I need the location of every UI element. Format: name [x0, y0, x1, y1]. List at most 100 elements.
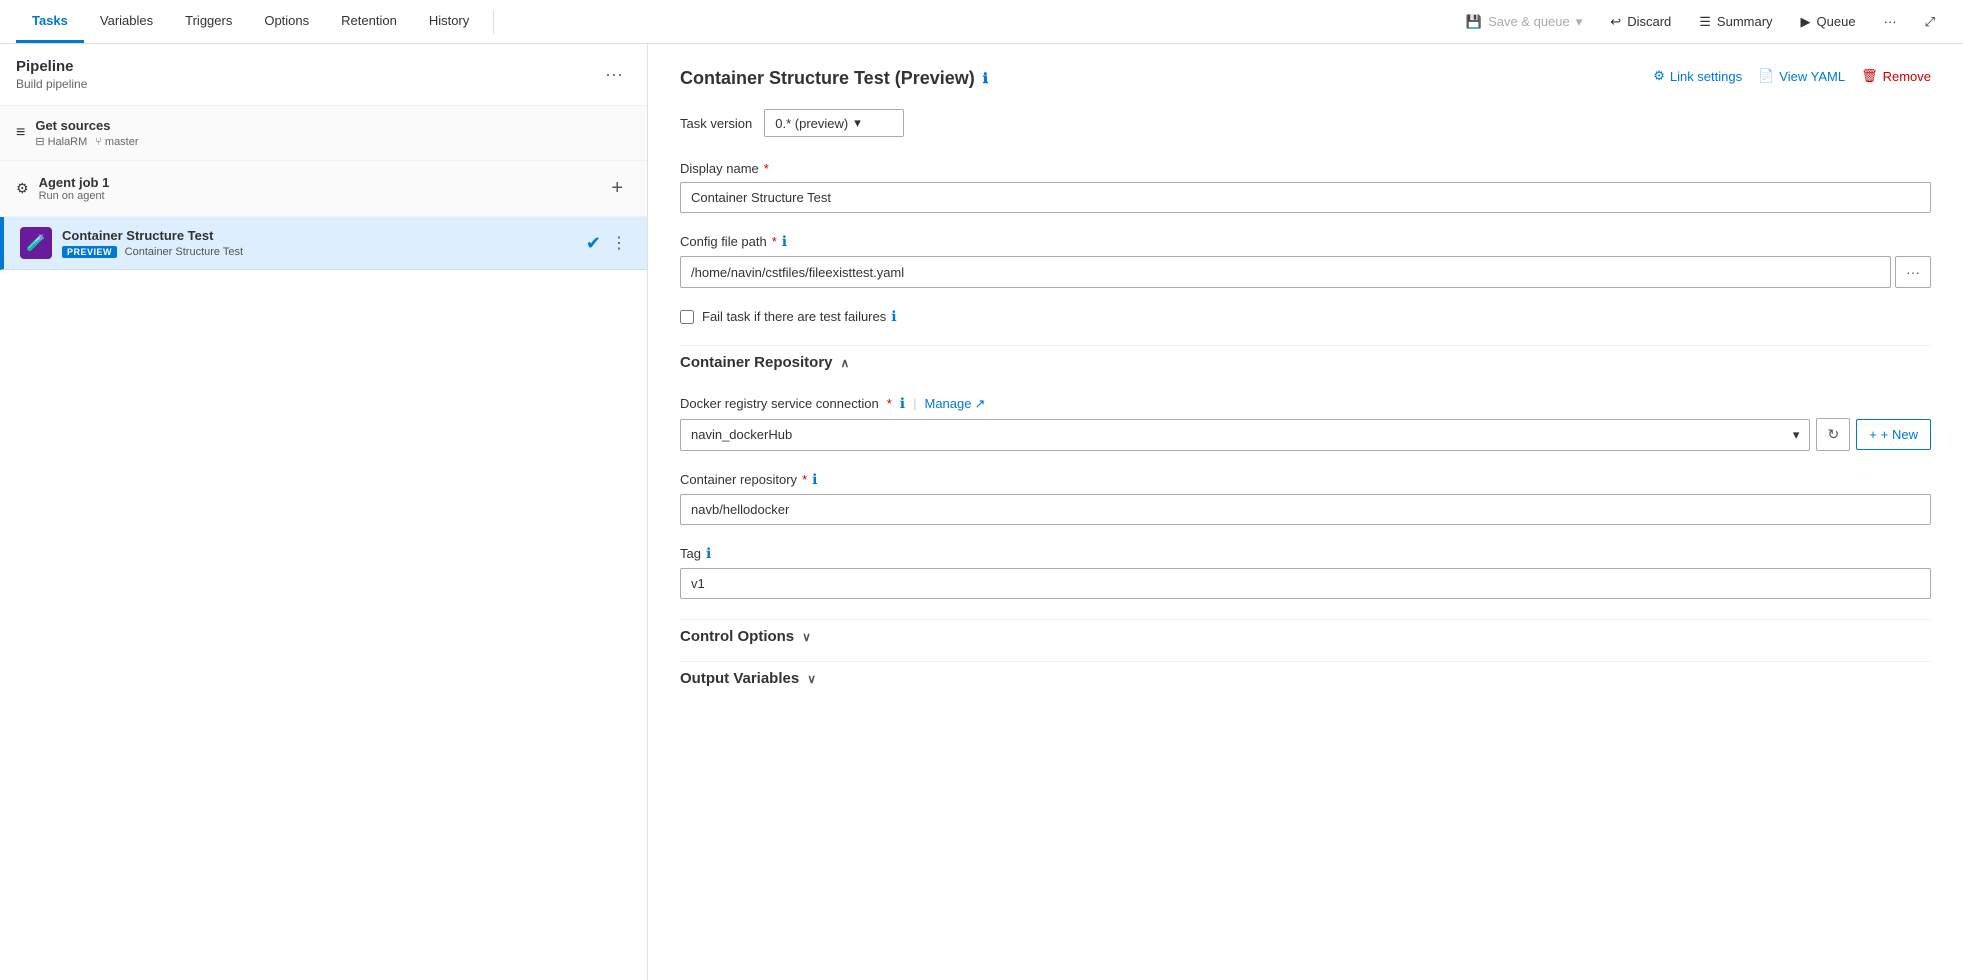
- summary-icon: ☰: [1699, 14, 1711, 30]
- more-icon: ···: [1884, 14, 1897, 29]
- version-value: 0.* (preview): [775, 116, 848, 131]
- docker-registry-info-icon[interactable]: ℹ: [900, 395, 905, 412]
- more-options-button[interactable]: ···: [1872, 8, 1909, 35]
- get-sources-item[interactable]: ≡ Get sources ⊟ HalaRM ⑂ master: [0, 106, 647, 161]
- nav-divider: [493, 10, 494, 34]
- left-panel: Pipeline Build pipeline ··· ≡ Get source…: [0, 44, 648, 980]
- task-check-icon: ✔: [586, 233, 601, 254]
- remove-button[interactable]: 🗑 Remove: [1861, 68, 1931, 84]
- control-options-expand-icon: ∨: [802, 630, 811, 644]
- display-name-label: Display name *: [680, 161, 1931, 176]
- queue-button[interactable]: ▶ Queue: [1789, 8, 1868, 36]
- tab-tasks[interactable]: Tasks: [16, 1, 84, 43]
- version-select[interactable]: 0.* (preview) ▾: [764, 109, 904, 137]
- get-sources-label: Get sources: [35, 118, 138, 133]
- nav-actions: 💾 Save & queue ▾ ↩ Discard ☰ Summary ▶ Q…: [1454, 8, 1947, 36]
- main-content: Pipeline Build pipeline ··· ≡ Get source…: [0, 44, 1963, 980]
- display-name-input[interactable]: [680, 182, 1931, 213]
- pipeline-header: Pipeline Build pipeline ···: [0, 44, 647, 106]
- agent-job-name: Agent job 1: [39, 175, 110, 190]
- fail-task-row: Fail task if there are test failures ℹ: [680, 308, 1931, 325]
- fail-task-label: Fail task if there are test failures ℹ: [702, 308, 897, 325]
- save-icon: 💾: [1466, 14, 1482, 30]
- container-repo-collapse-icon: ∧: [841, 356, 850, 370]
- align-icon: ≡: [16, 124, 25, 142]
- play-icon: ▶: [1801, 14, 1811, 30]
- docker-registry-label-row: Docker registry service connection * ℹ |…: [680, 395, 1931, 412]
- task-icon-container: 🧪: [20, 227, 52, 259]
- docker-registry-dropdown-row: navin_dockerHub ▾ ↻ + + New: [680, 418, 1931, 451]
- task-name: Container Structure Test: [62, 228, 576, 243]
- version-chevron-icon: ▾: [854, 115, 861, 131]
- branch-icon: ⑂: [95, 136, 102, 148]
- config-file-input-row: ···: [680, 256, 1931, 288]
- config-file-path-input[interactable]: [680, 256, 1891, 288]
- config-required-star: *: [772, 234, 777, 249]
- refresh-button[interactable]: ↻: [1816, 418, 1850, 451]
- docker-registry-select[interactable]: navin_dockerHub ▾: [680, 419, 1810, 451]
- pipeline-info: Pipeline Build pipeline: [16, 58, 87, 91]
- right-panel: Container Structure Test (Preview) ℹ ⚙ L…: [648, 44, 1963, 980]
- tab-retention[interactable]: Retention: [325, 1, 413, 43]
- control-options-section-header[interactable]: Control Options ∨: [680, 619, 1931, 653]
- task-detail-header: Container Structure Test (Preview) ℹ ⚙ L…: [680, 68, 1931, 89]
- tag-label: Tag ℹ: [680, 545, 1931, 562]
- container-repo-info-icon[interactable]: ℹ: [812, 471, 817, 488]
- config-file-path-label: Config file path * ℹ: [680, 233, 1931, 250]
- agent-icon: ⚙: [16, 180, 29, 197]
- manage-link[interactable]: Manage ↗: [924, 396, 985, 412]
- tab-variables[interactable]: Variables: [84, 1, 169, 43]
- output-variables-section-header[interactable]: Output Variables ∨: [680, 661, 1931, 695]
- container-repository-section-header[interactable]: Container Repository ∧: [680, 345, 1931, 379]
- output-variables-expand-icon: ∨: [807, 672, 816, 686]
- tab-triggers[interactable]: Triggers: [169, 1, 248, 43]
- get-sources-meta: ⊟ HalaRM ⑂ master: [35, 135, 138, 148]
- fail-task-checkbox[interactable]: [680, 310, 694, 324]
- repo-name: HalaRM: [48, 136, 88, 148]
- new-connection-button[interactable]: + + New: [1856, 419, 1931, 450]
- plus-icon: +: [1869, 427, 1877, 442]
- pipeline-title: Pipeline: [16, 58, 87, 75]
- branch-name: master: [105, 136, 139, 148]
- pipeline-more-button[interactable]: ···: [597, 60, 631, 89]
- config-file-path-section: Config file path * ℹ ···: [680, 233, 1931, 288]
- title-info-icon[interactable]: ℹ: [983, 70, 988, 87]
- container-repo-field-section: Container repository * ℹ: [680, 471, 1931, 525]
- fail-task-info-icon[interactable]: ℹ: [891, 308, 896, 325]
- pipeline-subtitle: Build pipeline: [16, 77, 87, 91]
- docker-registry-value: navin_dockerHub: [691, 427, 792, 442]
- task-item[interactable]: 🧪 Container Structure Test PREVIEW Conta…: [0, 217, 647, 270]
- task-sub: Container Structure Test: [125, 246, 243, 258]
- task-version-label: Task version: [680, 116, 752, 131]
- config-info-icon[interactable]: ℹ: [782, 233, 787, 250]
- task-detail-actions: ⚙ Link settings 📄 View YAML 🗑 Remove: [1653, 68, 1931, 84]
- flask-icon: 🧪: [26, 233, 46, 253]
- tag-input[interactable]: [680, 568, 1931, 599]
- container-repo-input[interactable]: [680, 494, 1931, 525]
- select-chevron-icon: ▾: [1793, 427, 1800, 443]
- link-settings-button[interactable]: ⚙ Link settings: [1653, 68, 1742, 84]
- expand-button[interactable]: ⤢: [1913, 8, 1947, 36]
- docker-required-star: *: [887, 396, 892, 411]
- tab-options[interactable]: Options: [248, 1, 325, 43]
- docker-registry-label: Docker registry service connection: [680, 396, 879, 411]
- agent-job-header: ⚙ Agent job 1 Run on agent +: [0, 161, 647, 217]
- dropdown-arrow-icon: ▾: [1576, 14, 1583, 30]
- tag-info-icon[interactable]: ℹ: [706, 545, 711, 562]
- discard-button[interactable]: ↩ Discard: [1598, 8, 1683, 36]
- save-queue-button[interactable]: 💾 Save & queue ▾: [1454, 8, 1594, 36]
- task-version-row: Task version 0.* (preview) ▾: [680, 109, 1931, 137]
- discard-icon: ↩: [1610, 14, 1621, 30]
- add-task-button[interactable]: +: [603, 173, 631, 204]
- tab-history[interactable]: History: [413, 1, 485, 43]
- external-link-icon: ↗: [974, 396, 985, 412]
- yaml-icon: 📄: [1758, 68, 1774, 84]
- summary-button[interactable]: ☰ Summary: [1687, 8, 1784, 36]
- container-repo-label: Container repository * ℹ: [680, 471, 1931, 488]
- view-yaml-button[interactable]: 📄 View YAML: [1758, 68, 1845, 84]
- preview-badge: PREVIEW: [62, 246, 117, 258]
- task-more-button[interactable]: ⋮: [607, 229, 631, 257]
- container-repo-required-star: *: [802, 472, 807, 487]
- config-file-browse-button[interactable]: ···: [1895, 256, 1931, 288]
- top-navigation: Tasks Variables Triggers Options Retenti…: [0, 0, 1963, 44]
